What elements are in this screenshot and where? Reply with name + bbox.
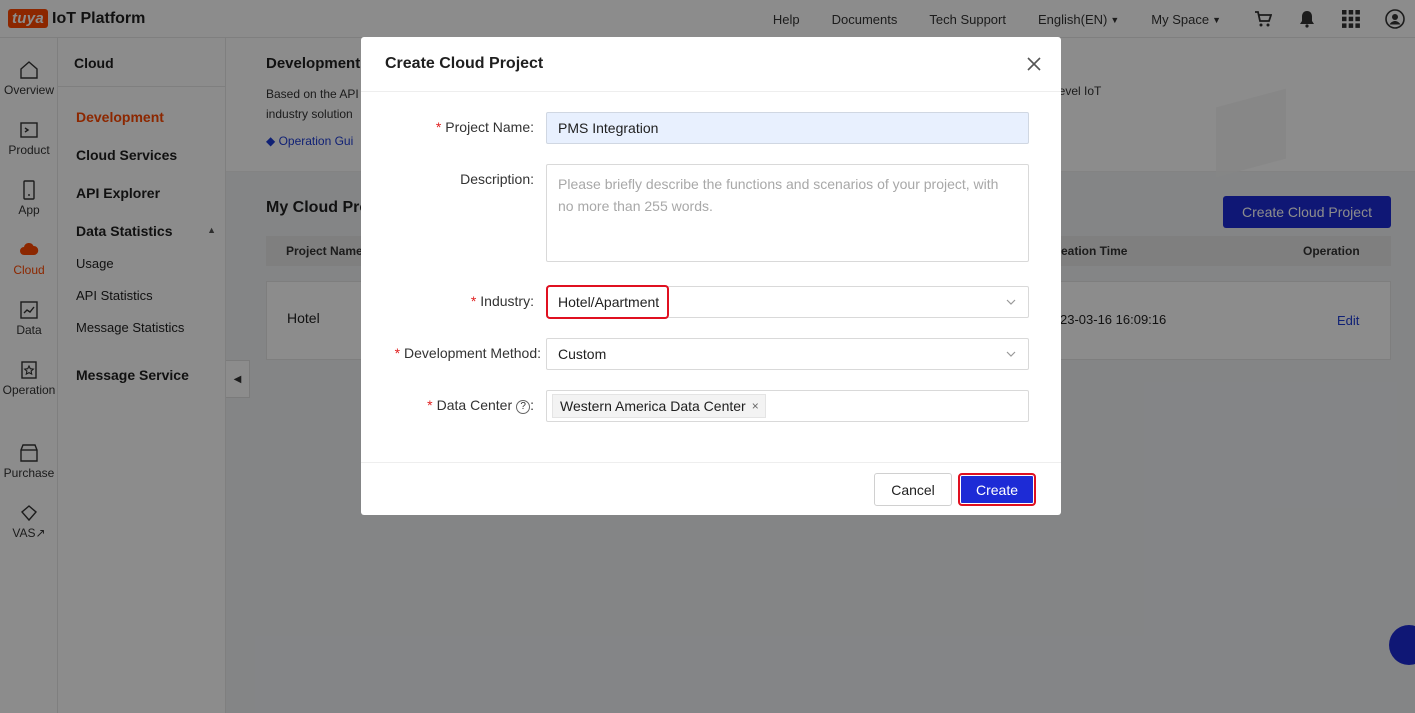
select-value: Custom bbox=[558, 346, 607, 362]
label-colon: : bbox=[530, 397, 534, 413]
data-center-label: * Data Center?: bbox=[427, 397, 534, 414]
cancel-button[interactable]: Cancel bbox=[874, 473, 952, 506]
label-text: Description bbox=[460, 171, 531, 187]
question-icon[interactable]: ? bbox=[516, 399, 531, 414]
description-label: Description: bbox=[460, 171, 534, 187]
data-center-tag: Western America Data Center × bbox=[552, 394, 766, 418]
label-colon: : bbox=[537, 345, 541, 361]
description-textarea[interactable]: Please briefly describe the functions an… bbox=[546, 164, 1029, 262]
development-method-select[interactable]: Custom bbox=[546, 338, 1029, 370]
create-cloud-project-dialog: Create Cloud Project * Project Name: PMS … bbox=[361, 37, 1061, 515]
label-colon: : bbox=[530, 171, 534, 187]
textarea-placeholder: Please briefly describe the functions an… bbox=[558, 176, 999, 214]
required-mark: * bbox=[470, 293, 477, 309]
create-button[interactable]: Create bbox=[958, 473, 1036, 506]
industry-label: * Industry: bbox=[471, 293, 534, 309]
required-mark: * bbox=[394, 345, 401, 361]
dialog-header: Create Cloud Project bbox=[361, 37, 1061, 92]
dialog-footer: Cancel Create bbox=[361, 462, 1061, 515]
project-name-input[interactable]: PMS Integration bbox=[546, 112, 1029, 144]
highlight-box bbox=[546, 285, 669, 319]
label-text: Project Name bbox=[445, 119, 531, 135]
tag-label: Western America Data Center bbox=[560, 398, 746, 414]
label-text: Industry bbox=[480, 293, 531, 309]
chevron-down-icon bbox=[1006, 299, 1016, 305]
dialog-title: Create Cloud Project bbox=[385, 55, 544, 72]
remove-tag-icon[interactable]: × bbox=[752, 399, 759, 413]
required-mark: * bbox=[427, 397, 433, 413]
input-value: PMS Integration bbox=[558, 120, 659, 136]
close-icon[interactable] bbox=[1021, 51, 1047, 77]
development-method-label: * Development Method: bbox=[395, 345, 541, 361]
data-center-multiselect[interactable]: Western America Data Center × bbox=[546, 390, 1029, 422]
chevron-down-icon bbox=[1006, 351, 1016, 357]
label-text: Data Center bbox=[436, 397, 513, 413]
label-colon: : bbox=[530, 119, 534, 135]
label-colon: : bbox=[530, 293, 534, 309]
label-text: Development Method bbox=[404, 345, 538, 361]
required-mark: * bbox=[435, 119, 442, 135]
project-name-label: * Project Name: bbox=[436, 119, 534, 135]
